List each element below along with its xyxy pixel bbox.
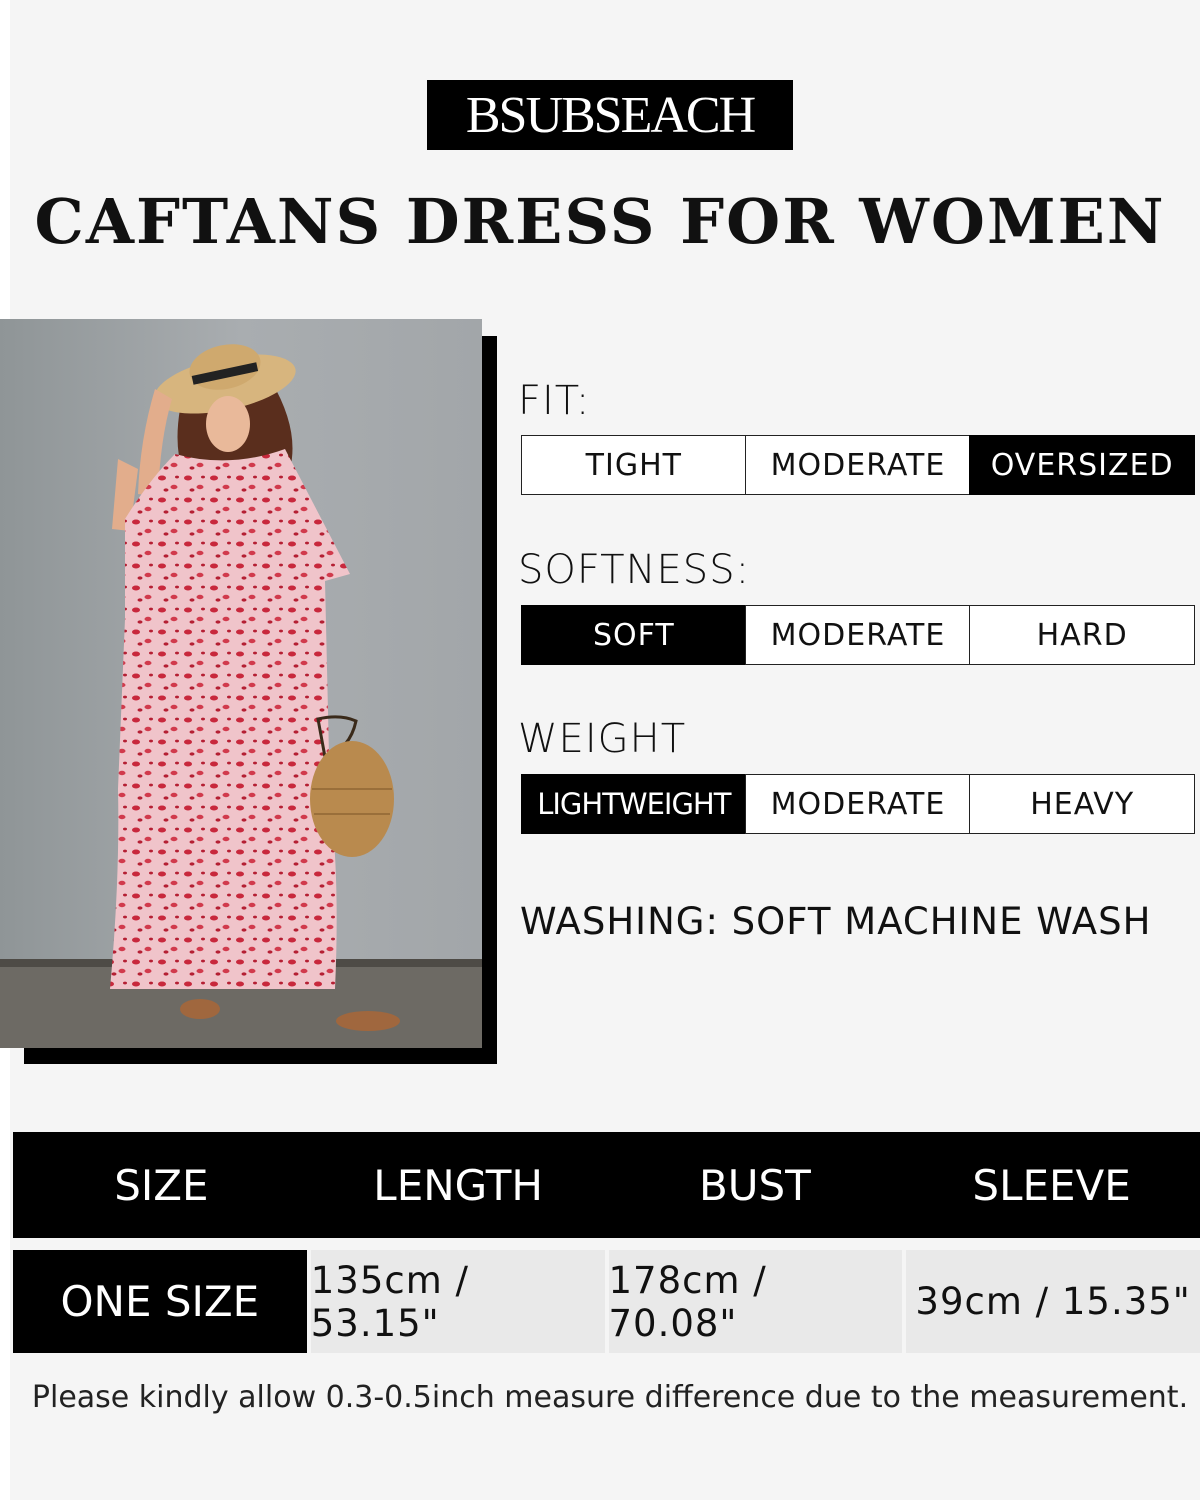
fit-option-tight: TIGHT — [521, 435, 747, 495]
cell-sleeve: 39cm / 15.35" — [906, 1250, 1200, 1353]
size-table-header: SIZE LENGTH BUST SLEEVE — [13, 1132, 1200, 1238]
cell-length: 135cm / 53.15" — [310, 1250, 605, 1353]
size-table-row: ONE SIZE 135cm / 53.15" 178cm / 70.08" 3… — [13, 1250, 1200, 1353]
brand-logo: BSUBSEACH — [427, 80, 793, 150]
cell-size: ONE SIZE — [13, 1250, 307, 1353]
header-bust: BUST — [698, 1160, 811, 1210]
product-photo — [0, 319, 482, 1048]
fit-scale: TIGHT MODERATE OVERSIZED — [521, 435, 1196, 495]
washing-instructions: WASHING: SOFT MACHINE WASH — [520, 900, 1152, 943]
weight-option-lightweight: LIGHTWEIGHT — [521, 774, 747, 834]
fit-label: FIT: — [518, 378, 591, 424]
softness-option-hard: HARD — [969, 605, 1196, 665]
header-length: LENGTH — [373, 1160, 543, 1210]
weight-option-heavy: HEAVY — [969, 774, 1196, 834]
softness-label: SOFTNESS: — [518, 547, 751, 593]
fit-option-oversized: OVERSIZED — [969, 435, 1196, 495]
softness-option-soft: SOFT — [521, 605, 747, 665]
weight-scale: LIGHTWEIGHT MODERATE HEAVY — [521, 774, 1196, 834]
fit-option-moderate: MODERATE — [745, 435, 971, 495]
softness-option-moderate: MODERATE — [745, 605, 971, 665]
cell-bust: 178cm / 70.08" — [608, 1250, 903, 1353]
header-sleeve: SLEEVE — [972, 1160, 1131, 1210]
softness-scale: SOFT MODERATE HARD — [521, 605, 1196, 665]
measurement-note: Please kindly allow 0.3-0.5inch measure … — [31, 1380, 1189, 1415]
header-size: SIZE — [114, 1160, 209, 1210]
weight-option-moderate: MODERATE — [745, 774, 971, 834]
weight-label: WEIGHT — [518, 716, 687, 762]
page-title: CAFTANS DRESS FOR WOMEN — [34, 185, 1166, 258]
